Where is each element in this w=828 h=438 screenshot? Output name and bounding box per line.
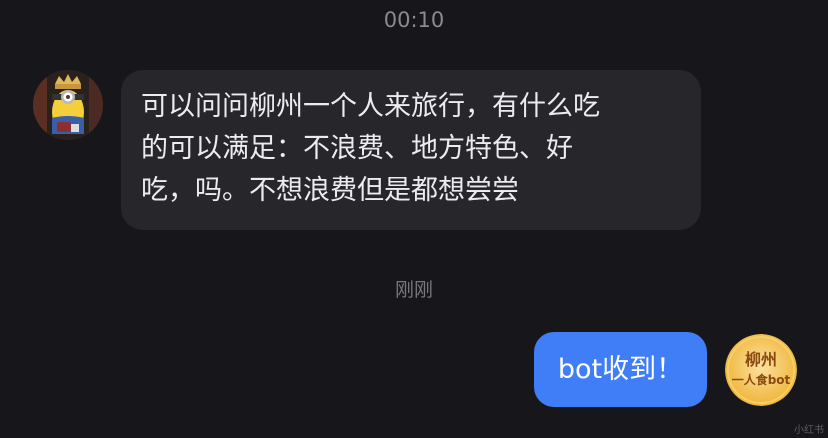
svg-text:柳州: 柳州 [745, 350, 777, 369]
svg-text:一人食bot: 一人食bot [732, 372, 791, 387]
minion-avatar-icon [33, 70, 103, 140]
liuzhou-bot-logo-icon: 柳州 一人食bot [725, 334, 797, 406]
bot-avatar[interactable]: 柳州 一人食bot [725, 334, 797, 406]
incoming-message-bubble[interactable]: 可以问问柳州一个人来旅行，有什么吃 的可以满足：不浪费、地方特色、好 吃，吗。不… [121, 70, 701, 230]
outgoing-message-text: bot收到！ [557, 354, 684, 385]
watermark: 小红书 [794, 425, 824, 436]
message-line: 吃，吗。不想浪费但是都想尝尝 [141, 175, 519, 206]
divider-timestamp: 刚刚 [394, 279, 433, 301]
chat-timestamp: 00:10 [383, 8, 445, 32]
outgoing-message-bubble[interactable]: bot收到！ [534, 332, 707, 407]
message-line: 的可以满足：不浪费、地方特色、好 [141, 133, 573, 164]
user-avatar[interactable] [33, 70, 103, 140]
message-line: 可以问问柳州一个人来旅行，有什么吃 [141, 91, 600, 122]
